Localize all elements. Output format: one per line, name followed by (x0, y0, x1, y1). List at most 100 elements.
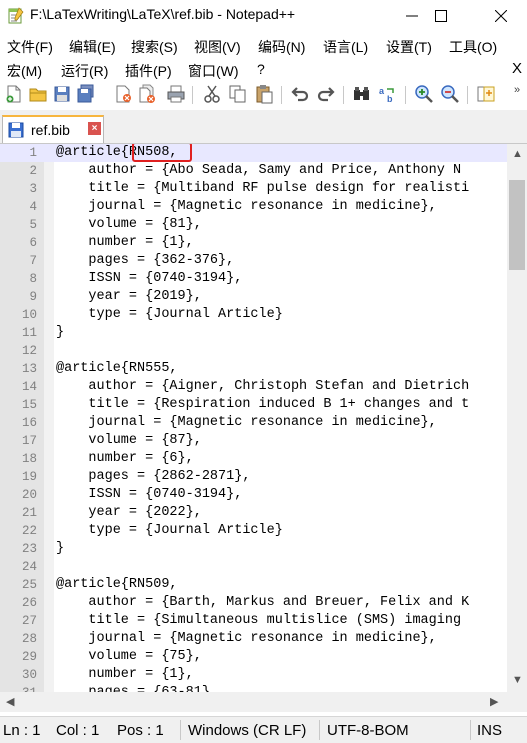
line-number: 14 (21, 380, 37, 394)
minimize-icon (406, 15, 418, 16)
code-line[interactable]: 28 journal = {Magnetic resonance in medi… (0, 630, 507, 648)
maximize-button[interactable] (418, 0, 464, 31)
line-number: 3 (29, 182, 37, 196)
redo-icon[interactable] (316, 84, 336, 104)
code-line[interactable]: 31 pages = {63-81}, (0, 684, 507, 692)
code-line[interactable]: 26 author = {Barth, Markus and Breuer, F… (0, 594, 507, 612)
status-eol[interactable]: Windows (CR LF) (188, 722, 306, 739)
code-text: title = {Respiration induced B 1+ change… (56, 397, 470, 412)
line-number: 27 (21, 614, 37, 628)
menu-macro[interactable]: 宏(M) (7, 61, 42, 81)
menu-encoding[interactable]: 编码(N) (258, 37, 305, 57)
code-text: author = {Abo Seada, Samy and Price, Ant… (56, 163, 462, 178)
code-text: year = {2022}, (56, 505, 202, 520)
code-line[interactable]: 25 @article{RN509, (0, 576, 507, 594)
code-line[interactable]: 22 type = {Journal Article} (0, 522, 507, 540)
code-line[interactable]: 14 author = {Aigner, Christoph Stefan an… (0, 378, 507, 396)
toolbar-separator (343, 86, 344, 104)
toolbar: ab » (0, 82, 527, 108)
tab-close-button[interactable]: × (88, 122, 101, 135)
close-window-button[interactable] (478, 0, 524, 31)
code-text: number = {6}, (56, 451, 194, 466)
zoom-in-icon[interactable] (414, 84, 434, 104)
code-line[interactable]: 9 year = {2019}, (0, 288, 507, 306)
code-line[interactable]: 21 year = {2022}, (0, 504, 507, 522)
code-line[interactable]: 6 number = {1}, (0, 234, 507, 252)
code-line[interactable]: 19 pages = {2862-2871}, (0, 468, 507, 486)
code-editor[interactable]: 1 @article{RN508, 2 author = {Abo Seada, S… (0, 144, 507, 692)
window-title: F:\LaTexWriting\LaTeX\ref.bib - Notepad+… (30, 6, 296, 22)
code-line[interactable]: 1 @article{RN508, (0, 144, 507, 162)
code-line[interactable]: 13 @article{RN555, (0, 360, 507, 378)
menu-help[interactable]: ? (257, 61, 265, 77)
code-line[interactable]: 18 number = {6}, (0, 450, 507, 468)
vertical-scrollbar[interactable]: ▲ ▼ (507, 144, 527, 692)
code-text: @article{RN509, (56, 577, 178, 592)
status-encoding[interactable]: UTF-8-BOM (327, 722, 409, 739)
copy-icon[interactable] (228, 84, 248, 104)
code-line[interactable]: 15 title = {Respiration induced B 1+ cha… (0, 396, 507, 414)
code-line[interactable]: 24 (0, 558, 507, 576)
save-icon (8, 122, 24, 138)
tab-ref-bib[interactable]: ref.bib × (2, 115, 104, 143)
code-line[interactable]: 30 number = {1}, (0, 666, 507, 684)
menu-tools[interactable]: 工具(O) (449, 37, 497, 57)
close-file-icon[interactable] (114, 84, 134, 104)
toolbar-overflow-button[interactable]: » (514, 84, 520, 96)
svg-text:b: b (387, 94, 393, 104)
code-line[interactable]: 29 volume = {75}, (0, 648, 507, 666)
open-file-icon[interactable] (28, 84, 48, 104)
code-line[interactable]: 7 pages = {362-376}, (0, 252, 507, 270)
cut-icon[interactable] (202, 84, 222, 104)
undo-icon[interactable] (290, 84, 310, 104)
menu-edit[interactable]: 编辑(E) (69, 37, 116, 57)
status-insert-mode[interactable]: INS (477, 722, 502, 739)
menu-language[interactable]: 语言(L) (323, 37, 368, 57)
line-number: 29 (21, 650, 37, 664)
menu-window[interactable]: 窗口(W) (188, 61, 239, 81)
scroll-down-icon[interactable]: ▼ (512, 674, 523, 686)
code-line[interactable]: 23} (0, 540, 507, 558)
menu-file[interactable]: 文件(F) (7, 37, 53, 57)
line-number: 4 (29, 200, 37, 214)
menu-view[interactable]: 视图(V) (194, 37, 241, 57)
new-file-icon[interactable] (4, 84, 24, 104)
code-line[interactable]: 20 ISSN = {0740-3194}, (0, 486, 507, 504)
scroll-up-icon[interactable]: ▲ (512, 148, 523, 160)
paste-icon[interactable] (254, 84, 274, 104)
close-document-button[interactable]: X (512, 60, 522, 77)
sync-icon[interactable] (476, 84, 496, 104)
code-line[interactable]: 27 title = {Simultaneous multislice (SMS… (0, 612, 507, 630)
line-number: 13 (21, 362, 37, 376)
code-line[interactable]: 3 title = {Multiband RF pulse design for… (0, 180, 507, 198)
vertical-scroll-thumb[interactable] (509, 180, 525, 270)
code-line[interactable]: 17 volume = {87}, (0, 432, 507, 450)
code-line[interactable]: 16 journal = {Magnetic resonance in medi… (0, 414, 507, 432)
code-line[interactable]: 11} (0, 324, 507, 342)
scroll-right-icon[interactable]: ▶ (490, 695, 498, 708)
close-all-icon[interactable] (138, 84, 158, 104)
code-line[interactable]: 4 journal = {Magnetic resonance in medic… (0, 198, 507, 216)
code-line[interactable]: 2 author = {Abo Seada, Samy and Price, A… (0, 162, 507, 180)
find-icon[interactable] (352, 84, 372, 104)
menu-run[interactable]: 运行(R) (61, 61, 108, 81)
maximize-icon (435, 9, 447, 22)
scroll-left-icon[interactable]: ◀ (6, 695, 14, 708)
code-text: ISSN = {0740-3194}, (56, 271, 243, 286)
code-text: volume = {87}, (56, 433, 202, 448)
save-all-icon[interactable] (76, 84, 96, 104)
replace-icon[interactable]: ab (378, 84, 398, 104)
zoom-out-icon[interactable] (440, 84, 460, 104)
line-number: 5 (29, 218, 37, 232)
save-icon[interactable] (52, 84, 72, 104)
menu-plugins[interactable]: 插件(P) (125, 61, 172, 81)
horizontal-scrollbar[interactable]: ◀ ▶ (0, 692, 527, 712)
code-line[interactable]: 10 type = {Journal Article} (0, 306, 507, 324)
menu-search[interactable]: 搜索(S) (131, 37, 178, 57)
print-icon[interactable] (166, 84, 186, 104)
code-line[interactable]: 5 volume = {81}, (0, 216, 507, 234)
code-line[interactable]: 8 ISSN = {0740-3194}, (0, 270, 507, 288)
code-text: pages = {2862-2871}, (56, 469, 251, 484)
menu-settings[interactable]: 设置(T) (386, 37, 432, 57)
code-line[interactable]: 12 (0, 342, 507, 360)
